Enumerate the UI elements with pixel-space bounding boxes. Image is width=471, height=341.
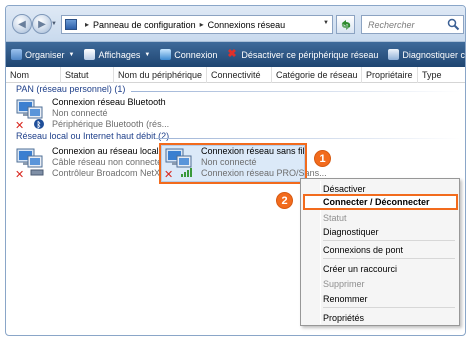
menu-item-status[interactable]: Statut	[323, 213, 347, 223]
search-input[interactable]: Rechercher	[361, 15, 464, 34]
callout-badge-1: 1	[314, 150, 331, 167]
menu-separator	[323, 258, 455, 259]
search-placeholder: Rechercher	[368, 19, 415, 30]
breadcrumb-control-panel[interactable]: Panneau de configuration	[93, 20, 196, 30]
menu-item-connect-disconnect[interactable]: Connecter / Déconnecter	[323, 197, 430, 207]
group-header-lan[interactable]: Réseau local ou Internet haut débit (2)	[16, 131, 169, 141]
column-headers: Nom Statut Nom du périphérique Connectiv…	[6, 67, 465, 83]
list-item-bluetooth[interactable]: ✕ ᛒ Connexion réseau Bluetooth Non conne…	[14, 97, 214, 133]
column-header-device[interactable]: Nom du périphérique	[114, 67, 207, 83]
views-icon	[84, 49, 96, 60]
item-device: Périphérique Bluetooth (rés...	[52, 119, 170, 129]
column-header-network-category[interactable]: Catégorie de réseau	[272, 67, 362, 83]
search-icon[interactable]	[447, 18, 460, 31]
breadcrumb-chevron-icon[interactable]: ▸	[85, 20, 89, 29]
group-divider	[156, 138, 461, 139]
views-button[interactable]: Affichages ▼	[79, 42, 155, 67]
recent-pages-dropdown[interactable]: ▼	[51, 21, 57, 27]
connect-icon	[160, 49, 172, 60]
refresh-button[interactable]	[336, 15, 355, 34]
column-header-name[interactable]: Nom	[6, 67, 61, 83]
views-label: Affichages	[98, 49, 141, 60]
command-toolbar: Organiser ▼ Affichages ▼ Connexion ✖ Dés…	[6, 42, 465, 67]
connect-button[interactable]: Connexion	[155, 42, 222, 67]
organize-label: Organiser	[25, 49, 65, 60]
item-status: Câble réseau non connecté	[52, 157, 163, 167]
menu-item-delete[interactable]: Supprimer	[323, 279, 365, 289]
connect-label: Connexion	[174, 49, 218, 60]
item-name: Connexion au réseau local	[52, 146, 159, 156]
column-header-status[interactable]: Statut	[61, 67, 114, 83]
menu-item-disable[interactable]: Désactiver	[323, 184, 366, 194]
menu-item-create-shortcut[interactable]: Créer un raccourci	[323, 264, 397, 274]
menu-separator	[323, 307, 455, 308]
control-panel-icon	[65, 19, 77, 30]
diagnose-icon	[388, 49, 400, 60]
address-row: ◀ ▶ ▼ ▸ Panneau de configuration ▸ Conne…	[6, 6, 465, 42]
svg-text:✕: ✕	[15, 168, 24, 180]
column-header-owner[interactable]: Propriétaire	[362, 67, 418, 83]
item-name: Connexion réseau Bluetooth	[52, 97, 166, 107]
callout-badge-2: 2	[276, 192, 293, 209]
menu-item-bridge[interactable]: Connexions de pont	[323, 245, 403, 255]
disable-device-label: Désactiver ce périphérique réseau	[241, 49, 379, 60]
back-button[interactable]: ◀	[12, 14, 32, 34]
menu-item-diagnose[interactable]: Diagnostiquer	[323, 227, 379, 237]
item-device: Contrôleur Broadcom NetX...	[52, 168, 168, 178]
diagnose-label: Diagnostiquer cette connexion	[402, 49, 465, 60]
list-item-local-area[interactable]: ✕ Connexion au réseau local Câble réseau…	[14, 146, 168, 182]
chevron-down-icon: ▼	[68, 51, 75, 58]
svg-text:ᛒ: ᛒ	[37, 121, 42, 130]
refresh-icon	[341, 19, 350, 30]
organize-icon	[11, 49, 22, 60]
item-status: Non connecté	[52, 108, 108, 118]
group-divider	[131, 91, 461, 92]
svg-text:✕: ✕	[15, 119, 24, 131]
diagnose-button[interactable]: Diagnostiquer cette connexion	[383, 42, 465, 67]
column-header-connectivity[interactable]: Connectivité	[207, 67, 272, 83]
breadcrumb-chevron-icon[interactable]: ▸	[200, 20, 204, 29]
breadcrumb-network-connections[interactable]: Connexions réseau	[208, 20, 286, 30]
column-header-type[interactable]: Type	[418, 67, 465, 83]
callout-frame-wireless	[159, 143, 307, 184]
organize-button[interactable]: Organiser ▼	[6, 42, 79, 67]
group-header-pan[interactable]: PAN (réseau personnel) (1)	[16, 84, 125, 94]
chevron-down-icon: ▼	[144, 51, 151, 58]
ethernet-network-icon: ✕	[15, 148, 44, 180]
context-menu: Désactiver Connecter / Déconnecter Statu…	[300, 178, 460, 326]
menu-item-properties[interactable]: Propriétés	[323, 313, 364, 323]
menu-separator	[323, 240, 455, 241]
address-dropdown-icon[interactable]: ▼	[323, 20, 329, 26]
bluetooth-network-icon: ✕ ᛒ	[15, 99, 44, 131]
disable-icon: ✖	[227, 48, 237, 60]
menu-item-rename[interactable]: Renommer	[323, 294, 368, 304]
explorer-window: ◀ ▶ ▼ ▸ Panneau de configuration ▸ Conne…	[5, 5, 466, 336]
address-bar[interactable]: ▸ Panneau de configuration ▸ Connexions …	[61, 15, 333, 34]
forward-button[interactable]: ▶	[32, 14, 52, 34]
disable-device-button[interactable]: ✖ Désactiver ce périphérique réseau	[222, 42, 383, 67]
